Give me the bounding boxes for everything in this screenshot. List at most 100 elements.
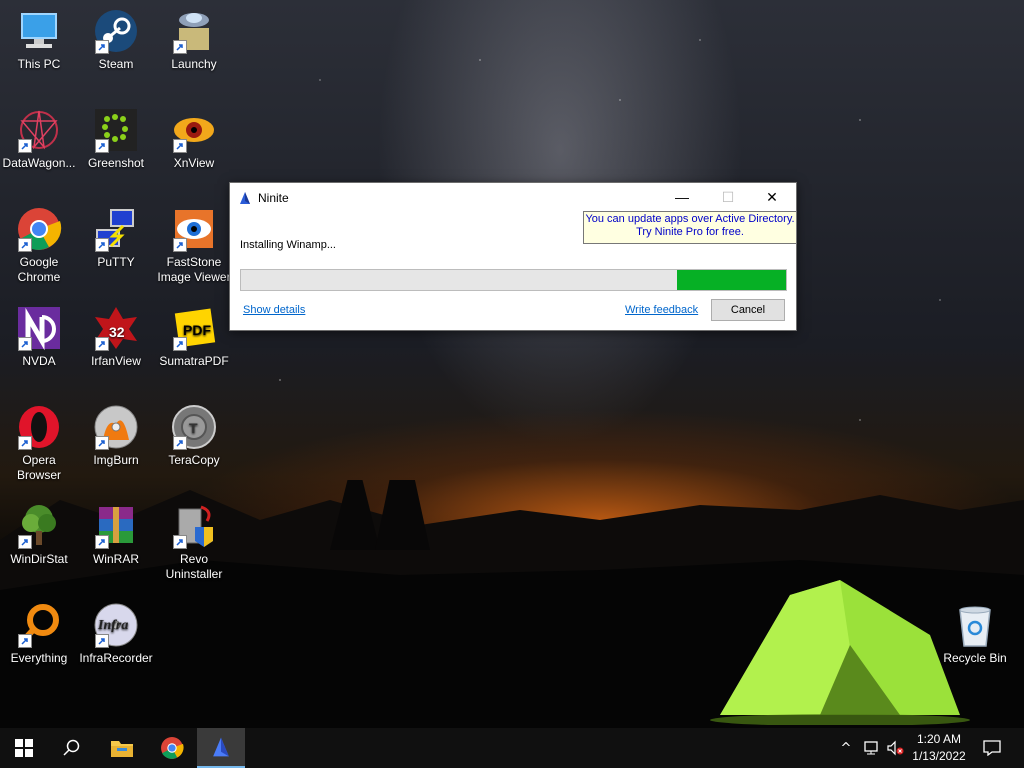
- computer-icon: [21, 13, 57, 48]
- icon-label: DataWagon...: [2, 156, 76, 170]
- desktop-icon-xnview[interactable]: XnView: [155, 107, 233, 171]
- ninite-dialog: Ninite — ☐ ✕ You can update apps over Ac…: [229, 182, 797, 331]
- tray-overflow-chevron[interactable]: ^: [836, 728, 856, 768]
- desktop-icon-revo-uninstaller[interactable]: Revo Uninstaller: [155, 503, 233, 582]
- search-button[interactable]: [48, 728, 96, 768]
- network-icon[interactable]: [860, 728, 882, 768]
- icon-label: WinRAR: [92, 552, 139, 566]
- icon-label: Opera Browser: [16, 453, 61, 482]
- icon-label: FastStone Image Viewer: [157, 255, 231, 284]
- desktop-icon-nvda[interactable]: NVDA: [0, 305, 78, 369]
- desktop-icon-greenshot[interactable]: Greenshot: [77, 107, 155, 171]
- shortcut-arrow-icon: [95, 337, 109, 351]
- shortcut-arrow-icon: [173, 40, 187, 54]
- icon-label: ImgBurn: [93, 453, 139, 467]
- icon-label: Google Chrome: [17, 255, 61, 284]
- desktop-icon-putty[interactable]: PuTTY: [77, 206, 155, 270]
- desktop-icon-sumatrapdf[interactable]: PDF SumatraPDF: [155, 305, 233, 369]
- icon-label: NVDA: [22, 354, 56, 368]
- shortcut-arrow-icon: [173, 436, 187, 450]
- ninite-app-icon: [213, 737, 229, 757]
- taskbar-file-explorer[interactable]: [98, 728, 146, 768]
- desktop-icon-this-pc[interactable]: This PC: [0, 8, 78, 72]
- wallpaper-tent: [710, 580, 970, 725]
- maximize-button[interactable]: ☐: [705, 183, 751, 211]
- folder-icon: [111, 741, 133, 757]
- shortcut-arrow-icon: [95, 634, 109, 648]
- desktop-icon-infrarecorder[interactable]: Infra InfraRecorder: [77, 602, 155, 666]
- desktop-icon-launchy[interactable]: Launchy: [155, 8, 233, 72]
- clock-date: 1/13/2022: [912, 749, 966, 763]
- icon-label: WinDirStat: [10, 552, 68, 566]
- taskbar: ^ 1:20 AM 1/13/2022: [0, 728, 1024, 768]
- desktop-icon-google-chrome[interactable]: Google Chrome: [0, 206, 78, 285]
- shortcut-arrow-icon: [95, 238, 109, 252]
- notification-icon: [983, 740, 1001, 756]
- taskbar-chrome[interactable]: [148, 728, 196, 768]
- desktop-icon-steam[interactable]: Steam: [77, 8, 155, 72]
- dialog-title: Ninite: [258, 191, 289, 205]
- shortcut-arrow-icon: [95, 535, 109, 549]
- shortcut-arrow-icon: [173, 535, 187, 549]
- shortcut-arrow-icon: [95, 436, 109, 450]
- write-feedback-link[interactable]: Write feedback: [625, 304, 698, 316]
- shortcut-arrow-icon: [95, 40, 109, 54]
- shortcut-arrow-icon: [18, 436, 32, 450]
- ninite-app-icon: [240, 192, 250, 204]
- cancel-button[interactable]: Cancel: [711, 299, 785, 321]
- desktop-icon-teracopy[interactable]: T TeraCopy: [155, 404, 233, 468]
- icon-label: Steam: [98, 57, 134, 71]
- desktop-icon-windirstat[interactable]: WinDirStat: [0, 503, 78, 567]
- progress-fill: [677, 270, 786, 290]
- windows-logo-icon: [15, 739, 33, 757]
- shortcut-arrow-icon: [18, 139, 32, 153]
- svg-text:T: T: [189, 420, 198, 436]
- infra-logo-text: Infra: [97, 618, 128, 633]
- taskbar-ninite[interactable]: [197, 728, 245, 768]
- shortcut-arrow-icon: [95, 139, 109, 153]
- desktop-icon-opera[interactable]: Opera Browser: [0, 404, 78, 483]
- desktop-icon-winrar[interactable]: WinRAR: [77, 503, 155, 567]
- desktop-icon-faststone[interactable]: FastStone Image Viewer: [155, 206, 233, 285]
- search-icon: [63, 739, 80, 756]
- recycle-bin-icon: [959, 606, 991, 647]
- install-progress-bar: [240, 269, 787, 291]
- icon-label: XnView: [173, 156, 215, 170]
- desktop-icon-imgburn[interactable]: ImgBurn: [77, 404, 155, 468]
- pdf-badge-text: PDF: [183, 322, 211, 338]
- tooltip-line-2: Try Ninite Pro for free.: [636, 226, 744, 238]
- shortcut-arrow-icon: [18, 238, 32, 252]
- icon-label: InfraRecorder: [79, 651, 153, 665]
- close-button[interactable]: ✕: [749, 183, 795, 211]
- shortcut-arrow-icon: [173, 337, 187, 351]
- icon-label: PuTTY: [97, 255, 135, 269]
- pro-tooltip-banner[interactable]: You can update apps over Active Director…: [583, 211, 797, 244]
- install-status-text: Installing Winamp...: [240, 239, 336, 251]
- desktop-icon-recycle-bin[interactable]: Recycle Bin: [936, 602, 1014, 666]
- notifications-button[interactable]: [978, 728, 1006, 768]
- irfan-badge-text: 32: [109, 324, 125, 340]
- icon-label: Launchy: [171, 57, 217, 71]
- icon-label: IrfanView: [91, 354, 141, 368]
- tooltip-line-1: You can update apps over Active Director…: [585, 213, 795, 225]
- icon-label: Recycle Bin: [943, 651, 1007, 665]
- icon-label: TeraCopy: [168, 453, 220, 467]
- start-button[interactable]: [0, 728, 48, 768]
- icon-label: Revo Uninstaller: [165, 552, 223, 581]
- taskbar-clock[interactable]: 1:20 AM 1/13/2022: [905, 731, 973, 765]
- shortcut-arrow-icon: [173, 238, 187, 252]
- minimize-button[interactable]: —: [659, 183, 705, 211]
- icon-label: SumatraPDF: [159, 354, 229, 368]
- desktop-icon-datawagon[interactable]: DataWagon...: [0, 107, 78, 171]
- volume-muted-icon[interactable]: [884, 728, 906, 768]
- icon-label: Everything: [10, 651, 68, 665]
- icon-label: This PC: [17, 57, 61, 71]
- shortcut-arrow-icon: [18, 535, 32, 549]
- desktop-icon-irfanview[interactable]: 32 IrfanView: [77, 305, 155, 369]
- shortcut-arrow-icon: [18, 634, 32, 648]
- clock-time: 1:20 AM: [916, 732, 962, 746]
- desktop-icon-everything[interactable]: Everything: [0, 602, 78, 666]
- show-details-link[interactable]: Show details: [243, 304, 305, 316]
- shortcut-arrow-icon: [173, 139, 187, 153]
- chrome-icon: [161, 737, 184, 759]
